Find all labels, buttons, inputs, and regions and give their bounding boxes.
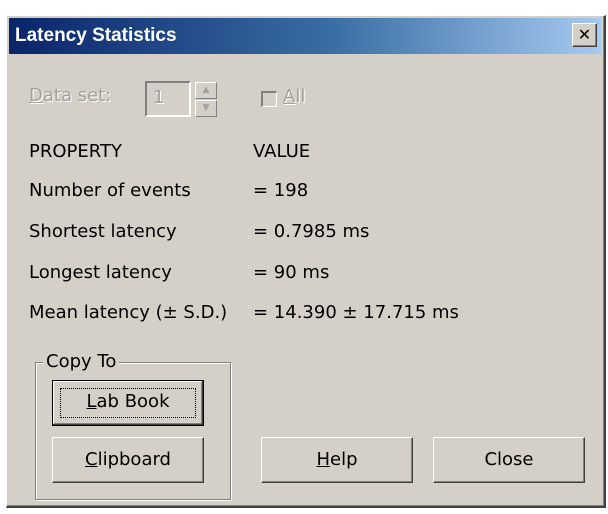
title-bar[interactable]: Latency Statistics ✕ [9,18,601,54]
property-value: = 14.390 ± 17.715 ms [253,302,459,323]
latency-statistics-dialog: Latency Statistics ✕ Data set: 1 ▲ ▼ All… [6,15,606,508]
focus-rectangle [60,388,196,418]
property-header: PROPERTY [29,141,122,162]
close-button-label: Close [484,449,534,470]
dataset-label: Data set: [29,85,112,106]
property-value: = 90 ms [253,262,330,283]
dataset-input[interactable]: 1 [145,81,191,117]
copy-to-group-label: Copy To [43,351,120,372]
help-button[interactable]: Help [261,437,413,483]
property-label: Shortest latency [29,221,177,242]
close-button[interactable]: Close [433,437,585,483]
chevron-up-icon: ▲ [202,85,210,95]
property-value: = 198 [253,180,309,201]
chevron-down-icon: ▼ [202,103,210,113]
value-header: VALUE [253,141,311,162]
lab-book-button[interactable]: Lab Book [52,380,204,426]
dataset-spin-down-button[interactable]: ▼ [195,100,217,117]
property-label: Number of events [29,180,191,201]
clipboard-button[interactable]: Clipboard [52,437,204,483]
property-label: Mean latency (± S.D.) [29,302,228,323]
help-button-label: Help [316,449,358,470]
all-checkbox[interactable] [261,91,277,107]
close-window-button[interactable]: ✕ [572,23,597,47]
clipboard-button-label: Clipboard [85,449,171,470]
all-checkbox-label: All [283,86,306,107]
property-label: Longest latency [29,262,172,283]
dataset-spin-up-button[interactable]: ▲ [195,82,217,99]
window-title: Latency Statistics [15,25,177,46]
property-value: = 0.7985 ms [253,221,370,242]
close-icon: ✕ [577,25,592,44]
